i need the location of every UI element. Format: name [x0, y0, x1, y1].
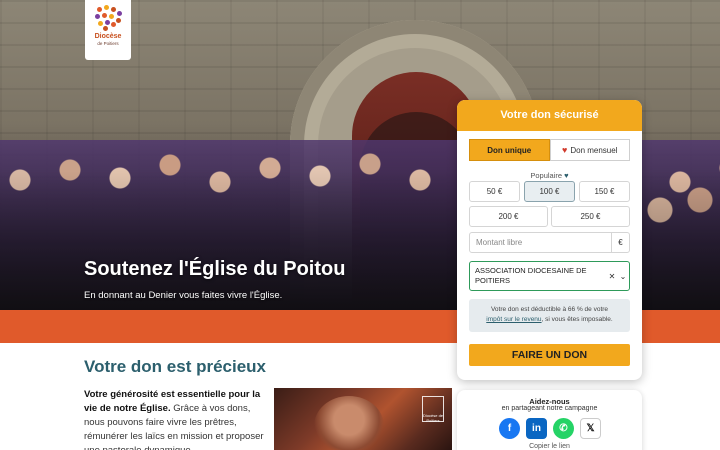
- hero-subtitle: En donnant au Denier vous faites vivre l…: [84, 290, 283, 301]
- amount-200[interactable]: 200 €: [469, 206, 548, 227]
- free-amount-field[interactable]: Montant libre €: [469, 232, 630, 253]
- clear-icon[interactable]: ✕: [607, 272, 617, 281]
- beneficiary-value: ASSOCIATION DIOCESAINE DE POITIERS: [470, 266, 607, 286]
- donation-card-title: Votre don sécurisé: [457, 100, 642, 131]
- section-title: Votre don est précieux: [84, 357, 267, 376]
- tax-link[interactable]: impôt sur le revenu: [486, 316, 541, 323]
- whatsapp-icon[interactable]: ✆: [553, 418, 574, 439]
- diocese-logo[interactable]: Diocèse de Poitiers: [85, 0, 131, 60]
- popular-text: Populaire: [530, 171, 563, 180]
- amount-250[interactable]: 250 €: [551, 206, 630, 227]
- tab-don-unique[interactable]: Don unique: [469, 139, 550, 161]
- currency-label: €: [611, 233, 629, 252]
- tax-info: Votre don est déductible à 66 % de votre…: [469, 299, 630, 332]
- heart-icon: ♥: [562, 145, 568, 155]
- chevron-down-icon[interactable]: ⌄: [617, 272, 629, 281]
- tab-don-unique-label: Don unique: [487, 145, 532, 155]
- x-icon[interactable]: 𝕏: [580, 418, 601, 439]
- tax-text-2-line: impôt sur le revenu, si vous êtes imposa…: [469, 315, 630, 325]
- logo-name: Diocèse: [94, 33, 122, 40]
- popular-label: Populaire ♥: [457, 171, 642, 180]
- logo-subname: de Poitiers: [97, 41, 119, 46]
- tab-don-mensuel-label: Don mensuel: [570, 145, 618, 155]
- donation-card: Votre don sécurisé Don unique ♥ Don mensu…: [457, 100, 642, 380]
- linkedin-icon[interactable]: in: [526, 418, 547, 439]
- tab-don-mensuel[interactable]: ♥ Don mensuel: [549, 139, 630, 161]
- page: Soutenez l'Église du Poitou En donnant a…: [0, 0, 720, 450]
- share-icons: f in ✆ 𝕏: [499, 418, 601, 439]
- hero-title: Soutenez l'Église du Poitou: [84, 258, 346, 280]
- beneficiary-line2: POITIERS: [475, 276, 511, 285]
- facebook-icon[interactable]: f: [499, 418, 520, 439]
- photo-stamp: Diocèse de Poitiers: [422, 396, 444, 423]
- amount-50[interactable]: 50 €: [469, 181, 520, 202]
- beneficiary-select[interactable]: ASSOCIATION DIOCESAINE DE POITIERS ✕ ⌄: [469, 261, 630, 291]
- copy-link[interactable]: Copier le lien: [457, 443, 642, 450]
- tax-text-1: Votre don est déductible à 66 % de votre: [490, 306, 609, 313]
- share-subtitle: en partageant notre campagne: [501, 405, 598, 412]
- content-photo: Diocèse de Poitiers: [274, 388, 452, 450]
- logo-mark-icon: [93, 5, 123, 31]
- share-card: Aidez-nous en partageant notre campagne …: [457, 390, 642, 450]
- amount-150[interactable]: 150 €: [579, 181, 630, 202]
- amount-100[interactable]: 100 €: [524, 181, 575, 202]
- beneficiary-line1: ASSOCIATION DIOCESAINE DE: [475, 266, 587, 275]
- donate-button[interactable]: FAIRE UN DON: [469, 344, 630, 366]
- heart-icon: ♥: [564, 171, 569, 180]
- intro-text: Votre générosité est essentielle pour la…: [84, 388, 264, 450]
- frequency-toggle: Don unique ♥ Don mensuel: [469, 139, 630, 161]
- free-amount-input[interactable]: Montant libre: [470, 233, 611, 252]
- tax-text-2: , si vous êtes imposable.: [541, 316, 613, 323]
